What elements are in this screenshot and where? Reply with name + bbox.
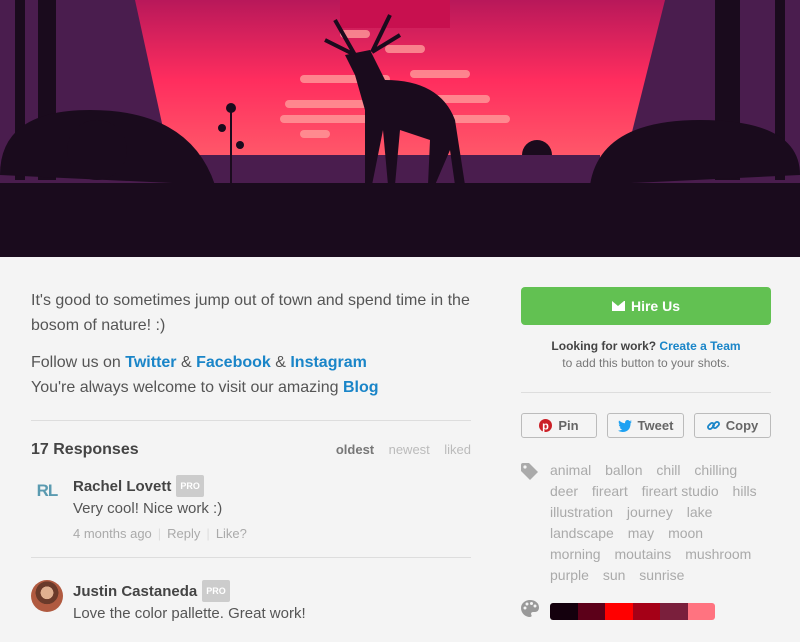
tag-link[interactable]: fireart studio [642,483,719,499]
create-team-link[interactable]: Create a Team [659,339,740,353]
avatar[interactable]: RL [31,475,63,507]
reply-link[interactable]: Reply [167,526,200,541]
blog-link[interactable]: Blog [343,379,379,396]
shot-content: It's good to sometimes jump out of town … [31,288,471,642]
tweet-label: Tweet [637,418,674,433]
tag-link[interactable]: fireart [592,483,628,499]
twitter-link[interactable]: Twitter [125,354,176,371]
svg-text:p: p [543,421,550,433]
color-palette [521,600,771,622]
sidebar: Hire Us Looking for work? Create a Team … [521,287,771,622]
follow-prefix: Follow us on [31,354,126,371]
tag-link[interactable]: sunrise [639,567,684,583]
swatches [550,602,715,620]
amp: & [270,354,291,371]
like-link[interactable]: Like? [216,526,247,541]
tag-link[interactable]: may [628,525,654,541]
amp: & [176,354,197,371]
tag-link[interactable]: hills [733,483,757,499]
visit-line: You're always welcome to visit our amazi… [31,375,471,400]
looking-sub: to add this button to your shots. [562,356,730,370]
tag-link[interactable]: sun [603,567,626,583]
color-swatch[interactable] [660,602,688,620]
pinterest-icon: p [539,419,553,433]
palette-icon [521,600,539,617]
tag-link[interactable]: lake [687,504,713,520]
sort-oldest[interactable]: oldest [336,442,374,457]
comment: Justin Castaneda PRO Love the color palle… [31,580,471,642]
pin-button[interactable]: p Pin [521,413,597,438]
color-swatch[interactable] [605,602,633,620]
tags-section: animal ballon chill chilling deer firear… [521,460,771,586]
shot-description: It's good to sometimes jump out of town … [31,288,471,400]
tag-link[interactable]: moon [668,525,703,541]
color-swatch[interactable] [550,602,578,620]
description-text: It's good to sometimes jump out of town … [31,292,470,334]
looking-for-work: Looking for work? Create a Team to add t… [521,338,771,372]
tag-link[interactable]: animal [550,462,591,478]
tag-link[interactable]: morning [550,546,601,562]
looking-text: Looking for work? [551,339,657,353]
tag-link[interactable]: landscape [550,525,614,541]
pro-badge: PRO [202,580,230,602]
tag-icon [521,463,538,480]
shot-image [0,0,800,257]
comment: RL Rachel Lovett PRO Very cool! Nice work… [31,475,471,557]
tag-link[interactable]: mushroom [685,546,751,562]
twitter-icon [617,419,632,432]
color-swatch[interactable] [632,602,660,620]
responses-title: 17 Responses [31,441,139,458]
hire-us-button[interactable]: Hire Us [521,287,771,325]
responses-header: 17 Responses oldest newest liked [31,441,471,459]
tag-link[interactable]: purple [550,567,589,583]
follow-line: Follow us on Twitter & Facebook & Instag… [31,350,471,375]
sort-newest[interactable]: newest [389,442,430,457]
copy-label: Copy [725,418,759,433]
sort-options: oldest newest liked [326,441,471,459]
tweet-button[interactable]: Tweet [607,413,684,438]
divider [31,557,471,558]
comment-text: Love the color pallette. Great work! [73,605,306,622]
tag-link[interactable]: moutains [614,546,671,562]
copy-button[interactable]: Copy [694,413,771,438]
instagram-link[interactable]: Instagram [290,354,366,371]
link-icon [706,421,720,430]
hire-label: Hire Us [630,298,681,314]
tag-link[interactable]: illustration [550,504,613,520]
tag-link[interactable]: ballon [605,462,642,478]
commenter-name[interactable]: Justin Castaneda [73,583,197,600]
envelope-icon [611,301,625,311]
visit-prefix: You're always welcome to visit our amazi… [31,379,343,396]
pin-label: Pin [558,418,579,433]
share-buttons: p Pin Tweet Copy [521,413,771,438]
avatar[interactable] [31,580,63,612]
tag-link[interactable]: chill [656,462,680,478]
pro-badge: PRO [176,475,204,497]
comment-time[interactable]: 4 months ago [73,526,152,541]
color-swatch[interactable] [577,602,605,620]
tag-link[interactable]: deer [550,483,578,499]
tag-list: animal ballon chill chilling deer firear… [550,460,771,586]
comment-text: Very cool! Nice work :) [73,500,223,517]
tag-link[interactable]: journey [627,504,673,520]
facebook-link[interactable]: Facebook [196,354,271,371]
color-swatch[interactable] [687,602,715,620]
divider [31,420,471,421]
divider [521,392,771,393]
commenter-name[interactable]: Rachel Lovett [73,478,171,495]
sort-liked[interactable]: liked [444,442,471,457]
tag-link[interactable]: chilling [694,462,737,478]
